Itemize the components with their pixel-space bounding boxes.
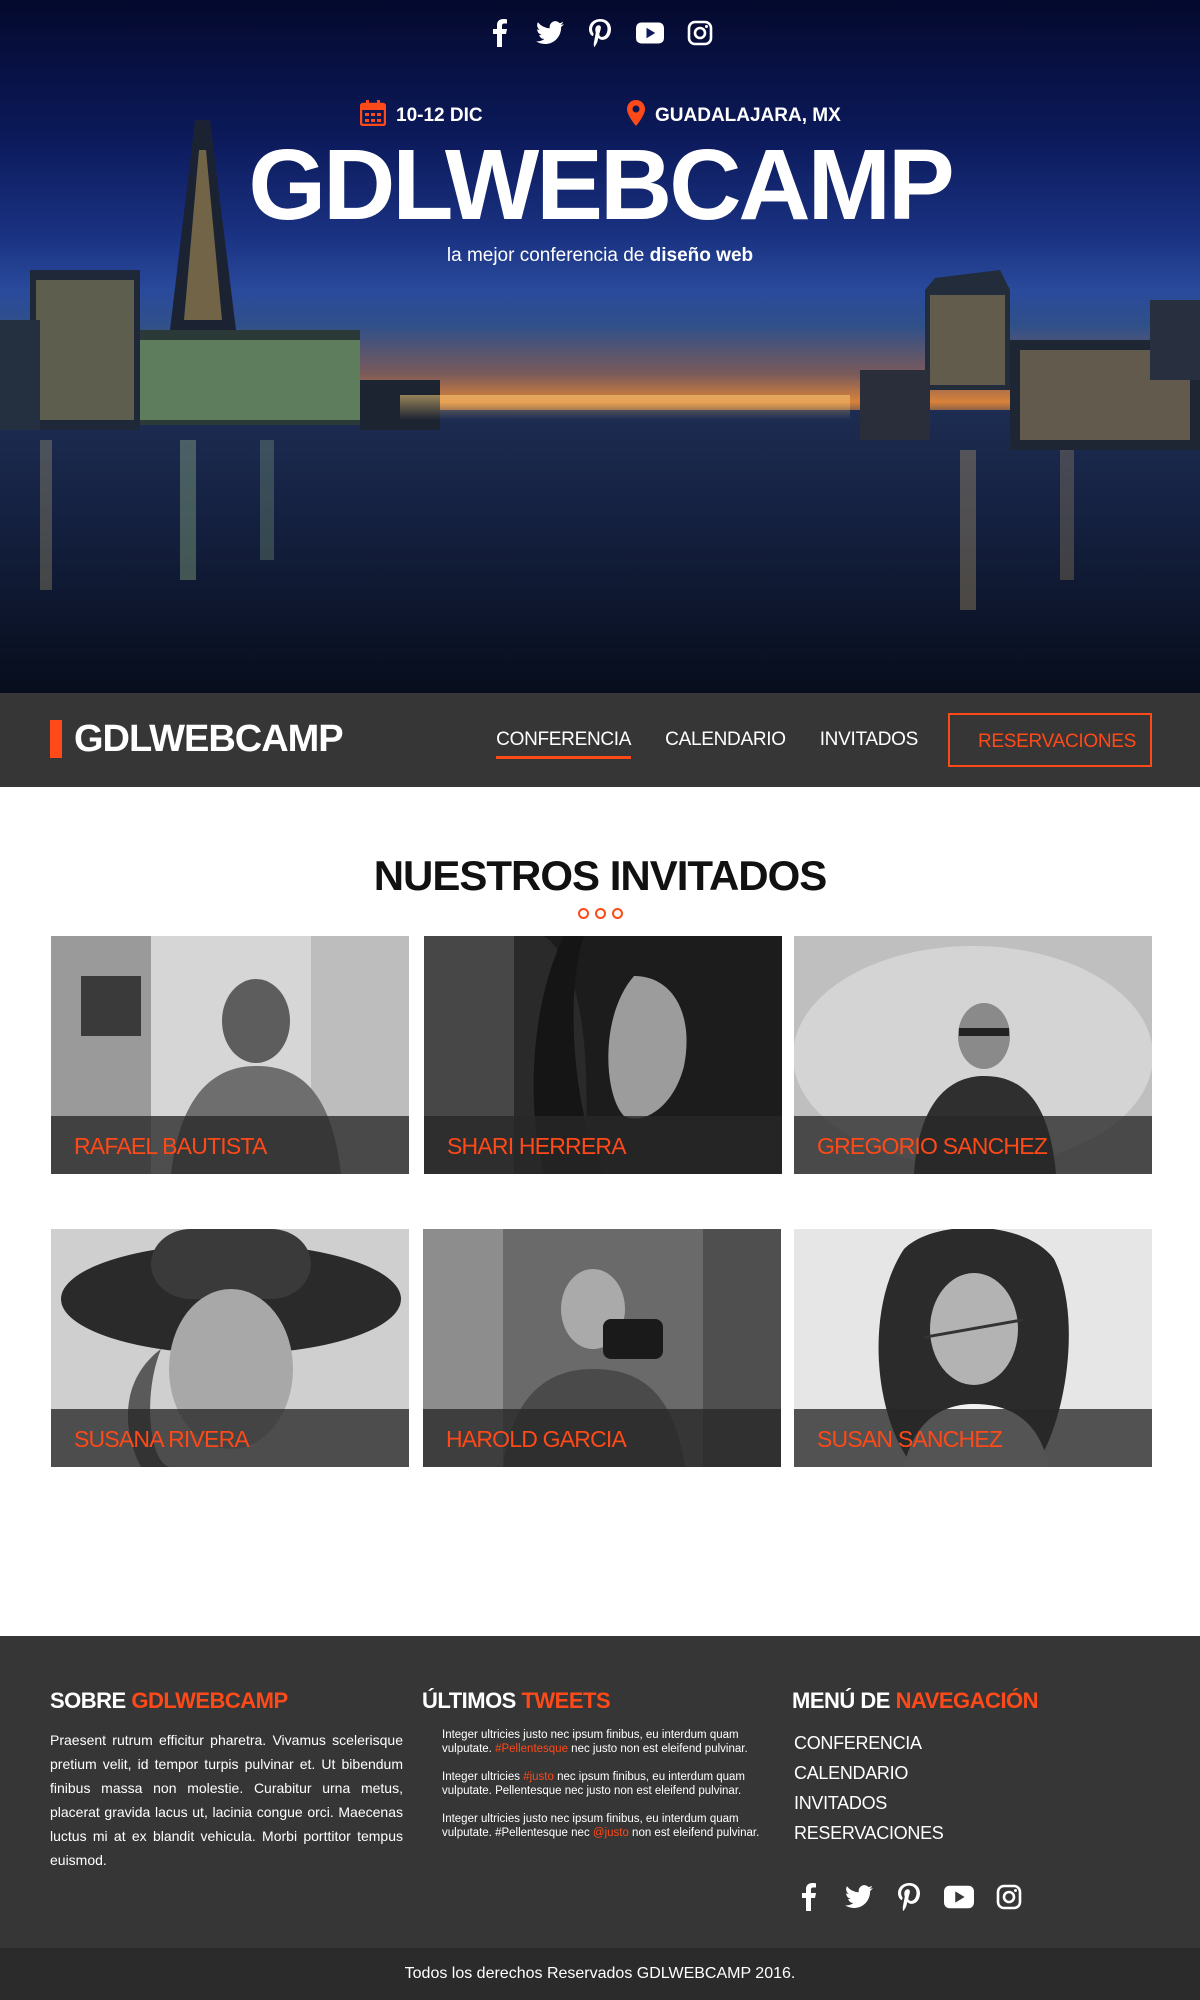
title-divider-dots (0, 908, 1200, 919)
footer-navigation: MENÚ DE NAVEGACIÓN CONFERENCIA CALENDARI… (792, 1688, 1132, 1912)
footer-about-text: Praesent rutrum efficitur pharetra. Viva… (50, 1732, 403, 1868)
tweet-mention-link[interactable]: @justo (593, 1827, 629, 1839)
tweet-hashtag-link[interactable]: #Pellentesque (495, 1743, 568, 1755)
guest-name: RAFAEL BAUTISTA (74, 1133, 267, 1159)
event-location-text: GUADALAJARA, MX (655, 105, 841, 126)
guest-name: SUSAN SANCHEZ (817, 1426, 1003, 1452)
brand-accent-bar (50, 720, 62, 758)
nav-link-conferencia[interactable]: CONFERENCIA (496, 713, 631, 767)
site-footer: SOBRE GDLWEBCAMP Praesent rutrum efficit… (0, 1636, 1200, 1948)
footer-menu-invitados[interactable]: INVITADOS (792, 1788, 1132, 1818)
youtube-icon[interactable] (944, 1882, 974, 1912)
guest-name: GREGORIO SANCHEZ (817, 1133, 1048, 1159)
map-pin-icon (627, 100, 645, 132)
tweet-text: Integer ultricies (442, 1771, 524, 1783)
instagram-icon[interactable] (686, 18, 714, 48)
hero-tagline: la mejor conferencia de diseño web (0, 245, 1200, 267)
nav-link-reservaciones[interactable]: RESERVACIONES (948, 713, 1152, 767)
tweet-text: nec justo non est eleif­end pulvinar. (567, 1743, 748, 1755)
hero-banner: 10-12 DIC GUADALAJARA, MX GDLWEBCAMP la … (0, 0, 1200, 693)
footer-social-links (792, 1882, 1132, 1912)
event-location: GUADALAJARA, MX (627, 100, 841, 132)
nav-link-invitados[interactable]: INVITADOS (820, 713, 919, 767)
footer-menu-title: MENÚ DE NAVEGACIÓN (792, 1688, 1132, 1714)
calendar-icon (359, 100, 387, 132)
pinterest-icon[interactable] (586, 18, 614, 48)
tweet-text: non est eleifend pulvinar. (628, 1827, 760, 1839)
about-title-accent: GDLWEBCAMP (131, 1688, 288, 1713)
nav-link-calendario[interactable]: CALENDARIO (665, 713, 786, 767)
guest-name: HAROLD GARCIA (446, 1426, 627, 1452)
footer-menu: CONFERENCIA CALENDARIO INVITADOS RESERVA… (792, 1728, 1132, 1848)
brand-logo[interactable]: GDLWEBCAMP (74, 718, 344, 761)
pinterest-icon[interactable] (894, 1882, 924, 1912)
facebook-icon[interactable] (486, 18, 514, 48)
event-date-text: 10-12 DIC (396, 105, 483, 126)
twitter-icon[interactable] (536, 18, 564, 48)
guest-card[interactable]: SUSAN SANCHEZ (794, 1229, 1152, 1467)
tweet-item: Integer ultricies justo nec ipsum finibu… (422, 1812, 762, 1840)
guest-name: SUSANA RIVERA (74, 1426, 250, 1452)
tweets-title-prefix: ÚLTIMOS (422, 1688, 522, 1713)
hero-title: GDLWEBCAMP (248, 129, 954, 241)
footer-menu-reservaciones[interactable]: RESERVACIONES (792, 1818, 1132, 1848)
menu-title-accent: NAVEGACIÓN (895, 1688, 1039, 1713)
tweet-item: Integer ultricies #justo nec ipsum finib… (422, 1770, 762, 1798)
guest-card[interactable]: HAROLD GARCIA (423, 1229, 781, 1467)
footer-tweets: ÚLTIMOS TWEETS Integer ultricies justo n… (422, 1688, 762, 1840)
guest-name: SHARI HERRERA (447, 1133, 627, 1159)
tweet-item: Integer ultricies justo nec ipsum finibu… (422, 1728, 762, 1756)
guest-card[interactable]: GREGORIO SANCHEZ (794, 936, 1152, 1174)
menu-title-prefix: MENÚ DE (792, 1688, 896, 1713)
guest-card[interactable]: RAFAEL BAUTISTA (51, 936, 409, 1174)
about-title-prefix: SOBRE (50, 1688, 132, 1713)
copyright-bar: Todos los derechos Reservados GDLWEBCAMP… (0, 1948, 1200, 2000)
city-skyline-image (0, 120, 1200, 693)
tagline-text: la mejor conferencia de (446, 245, 650, 266)
hero-social-links (0, 18, 1200, 48)
instagram-icon[interactable] (994, 1882, 1024, 1912)
facebook-icon[interactable] (794, 1882, 824, 1912)
tagline-bold: diseño web (649, 245, 754, 266)
footer-about-title: SOBRE GDLWEBCAMP (50, 1688, 403, 1714)
main-navbar: GDLWEBCAMP CONFERENCIA CALENDARIO INVITA… (0, 693, 1200, 787)
tweets-title-accent: TWEETS (521, 1688, 611, 1713)
footer-about: SOBRE GDLWEBCAMP Praesent rutrum efficit… (50, 1688, 403, 1872)
youtube-icon[interactable] (636, 18, 664, 48)
guests-section-title: NUESTROS INVITADOS (373, 852, 828, 899)
footer-menu-conferencia[interactable]: CONFERENCIA (792, 1728, 1132, 1758)
event-date: 10-12 DIC (359, 100, 483, 132)
footer-menu-calendario[interactable]: CALENDARIO (792, 1758, 1132, 1788)
guest-card[interactable]: SHARI HERRERA (424, 936, 782, 1174)
tweet-hashtag-link[interactable]: #justo (523, 1771, 554, 1783)
guest-card[interactable]: SUSANA RIVERA (51, 1229, 409, 1467)
twitter-icon[interactable] (844, 1882, 874, 1912)
nav-links: CONFERENCIA CALENDARIO INVITADOS RESERVA… (462, 713, 1152, 767)
footer-tweets-title: ÚLTIMOS TWEETS (422, 1688, 762, 1714)
